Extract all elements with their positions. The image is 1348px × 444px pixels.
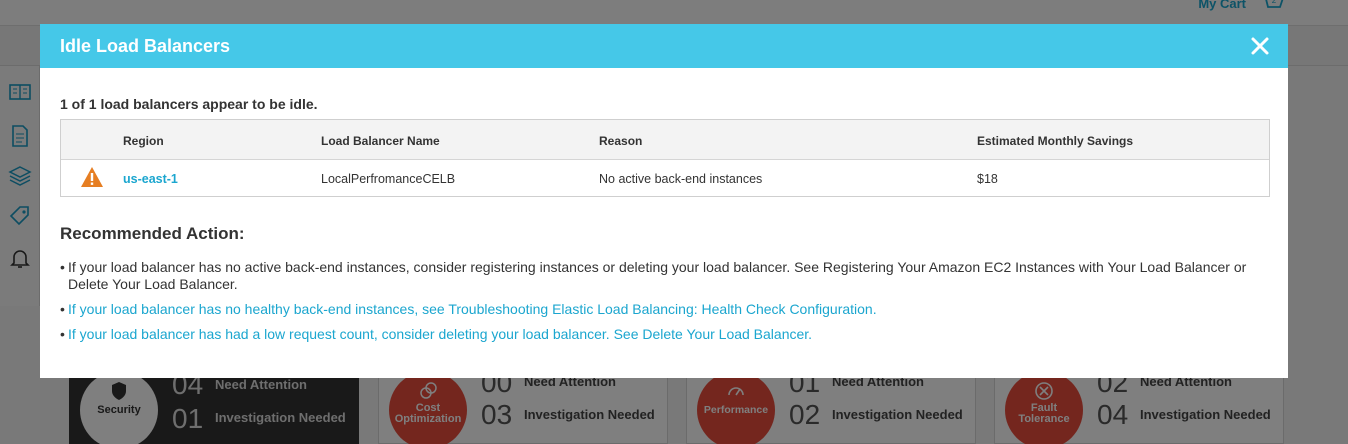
warning-icon xyxy=(81,167,103,187)
close-button[interactable] xyxy=(1250,36,1270,56)
load-balancer-table: Region Load Balancer Name Reason Estimat… xyxy=(60,119,1270,197)
recommendation-no-active-instances: If your load balancer has no active back… xyxy=(60,259,1270,293)
region-link[interactable]: us-east-1 xyxy=(123,172,178,186)
modal-title: Idle Load Balancers xyxy=(60,36,231,56)
column-header-savings[interactable]: Estimated Monthly Savings xyxy=(977,134,1133,148)
idle-load-balancers-modal: Idle Load Balancers 1 of 1 load balancer… xyxy=(40,24,1288,378)
modal-header: Idle Load Balancers xyxy=(40,24,1288,68)
recommendation-low-request-count[interactable]: If your load balancer has had a low requ… xyxy=(60,326,1270,343)
column-header-region[interactable]: Region xyxy=(123,134,164,148)
column-header-reason[interactable]: Reason xyxy=(599,134,642,148)
savings-value: $18 xyxy=(977,172,998,186)
column-header-name[interactable]: Load Balancer Name xyxy=(321,134,440,148)
close-icon xyxy=(1251,37,1269,55)
reason-text: No active back-end instances xyxy=(599,172,763,186)
table-row: us-east-1 LocalPerfromanceCELB No active… xyxy=(61,160,1269,196)
summary-text: 1 of 1 load balancers appear to be idle. xyxy=(60,96,318,112)
recommended-action-title: Recommended Action: xyxy=(60,224,245,243)
table-header: Region Load Balancer Name Reason Estimat… xyxy=(61,120,1269,160)
recommendation-list: If your load balancer has no active back… xyxy=(60,259,1270,351)
load-balancer-name: LocalPerfromanceCELB xyxy=(321,172,456,186)
recommendation-no-healthy-instances[interactable]: If your load balancer has no healthy bac… xyxy=(60,301,1270,318)
